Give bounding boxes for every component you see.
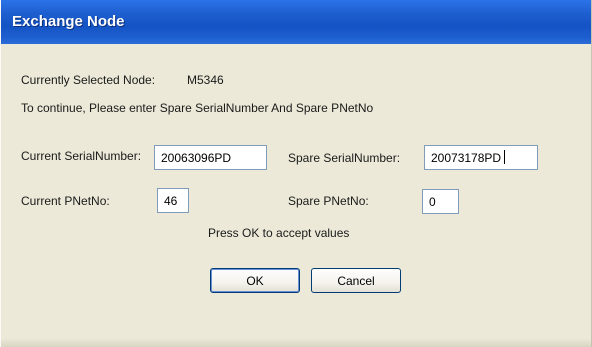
current-pnet-label: Current PNetNo: xyxy=(21,194,110,208)
spare-serial-label: Spare SerialNumber: xyxy=(288,151,401,165)
instruction-text: To continue, Please enter Spare SerialNu… xyxy=(21,101,374,115)
dialog-bottom-edge xyxy=(1,338,591,347)
selected-node-value: M5346 xyxy=(187,73,224,87)
ok-button[interactable]: OK xyxy=(210,268,300,293)
exchange-node-dialog: Exchange Node Currently Selected Node: M… xyxy=(0,0,592,347)
text-cursor xyxy=(504,150,505,164)
current-serial-field[interactable] xyxy=(154,145,267,170)
cancel-button[interactable]: Cancel xyxy=(311,268,401,293)
spare-serial-field[interactable] xyxy=(424,145,538,170)
current-serial-label: Current SerialNumber: xyxy=(21,149,142,163)
window-title: Exchange Node xyxy=(12,13,125,30)
title-bar[interactable]: Exchange Node xyxy=(1,0,591,44)
selected-node-label: Currently Selected Node: xyxy=(21,73,156,87)
spare-pnet-field[interactable] xyxy=(422,189,459,214)
current-pnet-field[interactable] xyxy=(157,188,189,213)
hint-text: Press OK to accept values xyxy=(208,226,350,240)
spare-pnet-label: Spare PNetNo: xyxy=(288,194,369,208)
